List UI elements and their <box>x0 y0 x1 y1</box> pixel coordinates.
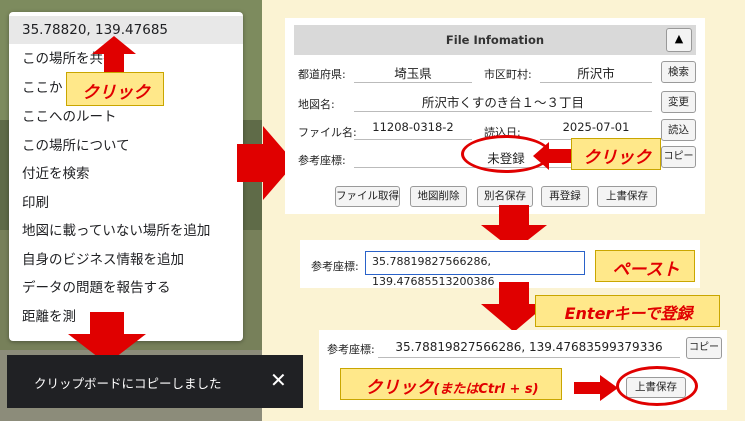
save-as-button[interactable]: 別名保存 <box>477 186 533 207</box>
ctx-item-add-place[interactable]: 地図に載っていない場所を追加 <box>9 217 243 245</box>
paste-coord-label: 参考座標: <box>311 260 359 273</box>
callout-click-sub-text: (またはCtrl + s) <box>433 382 539 397</box>
place-label: 地図名: <box>298 98 335 111</box>
final-coord-value: 35.78819827566286, 139.47683599379336 <box>378 336 680 358</box>
pref-label: 都道府県: <box>298 68 346 81</box>
callout-click-box: クリック <box>66 72 164 106</box>
get-file-button[interactable]: ファイル取得 <box>335 186 400 207</box>
copy-button[interactable]: コピー <box>661 146 696 168</box>
coord-label: 参考座標: <box>298 154 346 167</box>
final-copy-button[interactable]: コピー <box>686 337 722 359</box>
search-button[interactable]: 検索 <box>661 61 696 83</box>
callout-click-box-3: クリック(またはCtrl + s) <box>340 368 562 400</box>
callout-paste-text: ペースト <box>612 260 680 280</box>
overwrite-save-button[interactable]: 上書保存 <box>597 186 657 207</box>
clipboard-toast: クリップボードにコピーしました ✕ <box>7 355 303 408</box>
ctx-item-report[interactable]: データの問題を報告する <box>9 274 243 302</box>
callout-click-text-2: クリック <box>583 148 651 168</box>
place-value: 所沢市くすのき台１～３丁目 <box>354 92 652 112</box>
file-label: ファイル名: <box>298 126 357 139</box>
callout-click-text-3: クリック <box>365 378 434 398</box>
ctx-item-nearby[interactable]: 付近を検索 <box>9 160 243 188</box>
city-label: 市区町村: <box>484 68 532 81</box>
read-value: 2025-07-01 <box>540 120 652 140</box>
pref-value: 埼玉県 <box>354 63 472 83</box>
left-arrow-icon <box>533 142 573 170</box>
highlight-ellipse-2 <box>616 366 698 406</box>
change-button[interactable]: 変更 <box>661 91 696 113</box>
file-value: 11208-0318-2 <box>354 120 472 140</box>
ctx-item-route-to[interactable]: ここへのルート <box>9 103 243 131</box>
file-info-title: File Infomation <box>445 33 545 47</box>
ctx-item-about[interactable]: この場所について <box>9 132 243 160</box>
ctx-item-add-business[interactable]: 自身のビジネス情報を追加 <box>9 246 243 274</box>
collapse-button[interactable]: ▲ <box>666 28 692 52</box>
ctx-item-print[interactable]: 印刷 <box>9 189 243 217</box>
close-icon[interactable]: ✕ <box>270 368 287 392</box>
re-register-button[interactable]: 再登録 <box>541 186 589 207</box>
delete-map-button[interactable]: 地図削除 <box>410 186 467 207</box>
file-info-header: File Infomation ▲ <box>294 25 696 55</box>
callout-click-box-2: クリック <box>571 138 661 170</box>
callout-enter-box: Enterキーで登録 <box>535 295 720 327</box>
read-button[interactable]: 読込 <box>661 119 696 141</box>
final-coord-label: 参考座標: <box>327 343 375 356</box>
callout-paste-box: ペースト <box>595 250 695 282</box>
coord-input[interactable]: 35.78819827566286, 139.47685513200386 <box>365 251 585 288</box>
callout-enter-text: Enterキーで登録 <box>564 304 693 323</box>
right-arrow-icon-2 <box>574 375 618 401</box>
toast-message: クリップボードにコピーしました <box>34 376 222 391</box>
callout-click-3: クリック(またはCtrl + s) <box>341 373 563 398</box>
city-value: 所沢市 <box>540 63 652 83</box>
up-arrow-icon <box>92 36 136 72</box>
callout-click-text: クリック <box>82 83 150 103</box>
